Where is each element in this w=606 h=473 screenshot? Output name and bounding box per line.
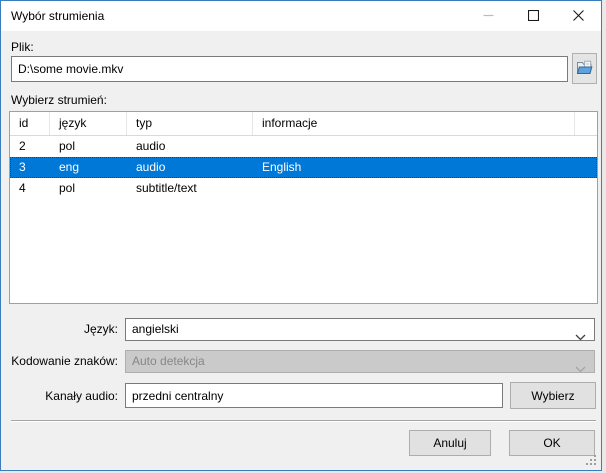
column-header-informacje[interactable]: informacje — [253, 112, 575, 135]
table-row[interactable]: 2 pol audio — [10, 136, 597, 157]
channels-label: Kanały audio: — [45, 389, 118, 403]
column-header-id[interactable]: id — [10, 112, 50, 135]
cell-typ: audio — [136, 160, 166, 174]
cell-jezyk: pol — [59, 139, 76, 153]
column-header-filler — [575, 112, 597, 135]
stream-table: id język typ informacje 2 pol audio 3 en… — [9, 111, 598, 304]
cell-typ: audio — [136, 139, 166, 153]
titlebar[interactable]: Wybór strumienia — [1, 1, 601, 31]
cell-informacje — [253, 136, 597, 157]
encoding-value: Auto detekcja — [132, 354, 205, 368]
language-select[interactable]: angielski — [125, 318, 595, 341]
ok-button[interactable]: OK — [509, 430, 595, 456]
language-value: angielski — [132, 322, 179, 336]
file-label: Plik: — [11, 40, 34, 54]
resize-grip-icon[interactable] — [586, 455, 597, 469]
stream-table-header: id język typ informacje — [10, 112, 597, 136]
screen: { "window": { "title": "Wybór strumienia… — [0, 0, 606, 473]
cell-id: 4 — [19, 181, 26, 195]
table-row[interactable]: 4 pol subtitle/text — [10, 178, 597, 199]
stream-list-label: Wybierz strumień: — [11, 93, 107, 107]
encoding-select: Auto detekcja — [125, 350, 595, 373]
dialog-window: Wybór strumienia Plik: D:\some movie.mkv… — [0, 0, 602, 471]
encoding-label: Kodowanie znaków: — [11, 354, 118, 368]
window-title: Wybór strumienia — [11, 9, 105, 23]
language-label: Język: — [83, 322, 118, 336]
minimize-button — [466, 1, 511, 31]
column-header-jezyk[interactable]: język — [50, 112, 127, 135]
close-icon — [573, 9, 584, 24]
cell-jezyk: pol — [59, 181, 76, 195]
footer-separator — [11, 420, 596, 422]
cell-informacje — [253, 178, 597, 199]
column-header-typ[interactable]: typ — [127, 112, 253, 135]
cell-informacje: English — [262, 160, 302, 174]
minimize-icon — [483, 9, 494, 24]
choose-channels-button[interactable]: Wybierz — [510, 382, 596, 409]
browse-file-button[interactable] — [572, 53, 597, 84]
chevron-down-icon — [575, 327, 586, 348]
table-row-selected[interactable]: 3 eng audio English — [10, 157, 597, 178]
file-path-input[interactable] — [11, 56, 568, 82]
close-button[interactable] — [556, 1, 601, 31]
maximize-button[interactable] — [511, 1, 556, 31]
chevron-down-icon — [575, 359, 586, 380]
cell-id: 2 — [19, 139, 26, 153]
cell-id: 3 — [19, 160, 26, 174]
cell-jezyk: eng — [59, 160, 80, 174]
maximize-icon — [527, 9, 540, 24]
cell-typ: subtitle/text — [136, 181, 197, 195]
window-controls — [466, 1, 601, 31]
open-folder-icon — [576, 60, 593, 78]
cancel-button[interactable]: Anuluj — [409, 430, 491, 456]
channels-input[interactable] — [125, 383, 503, 408]
